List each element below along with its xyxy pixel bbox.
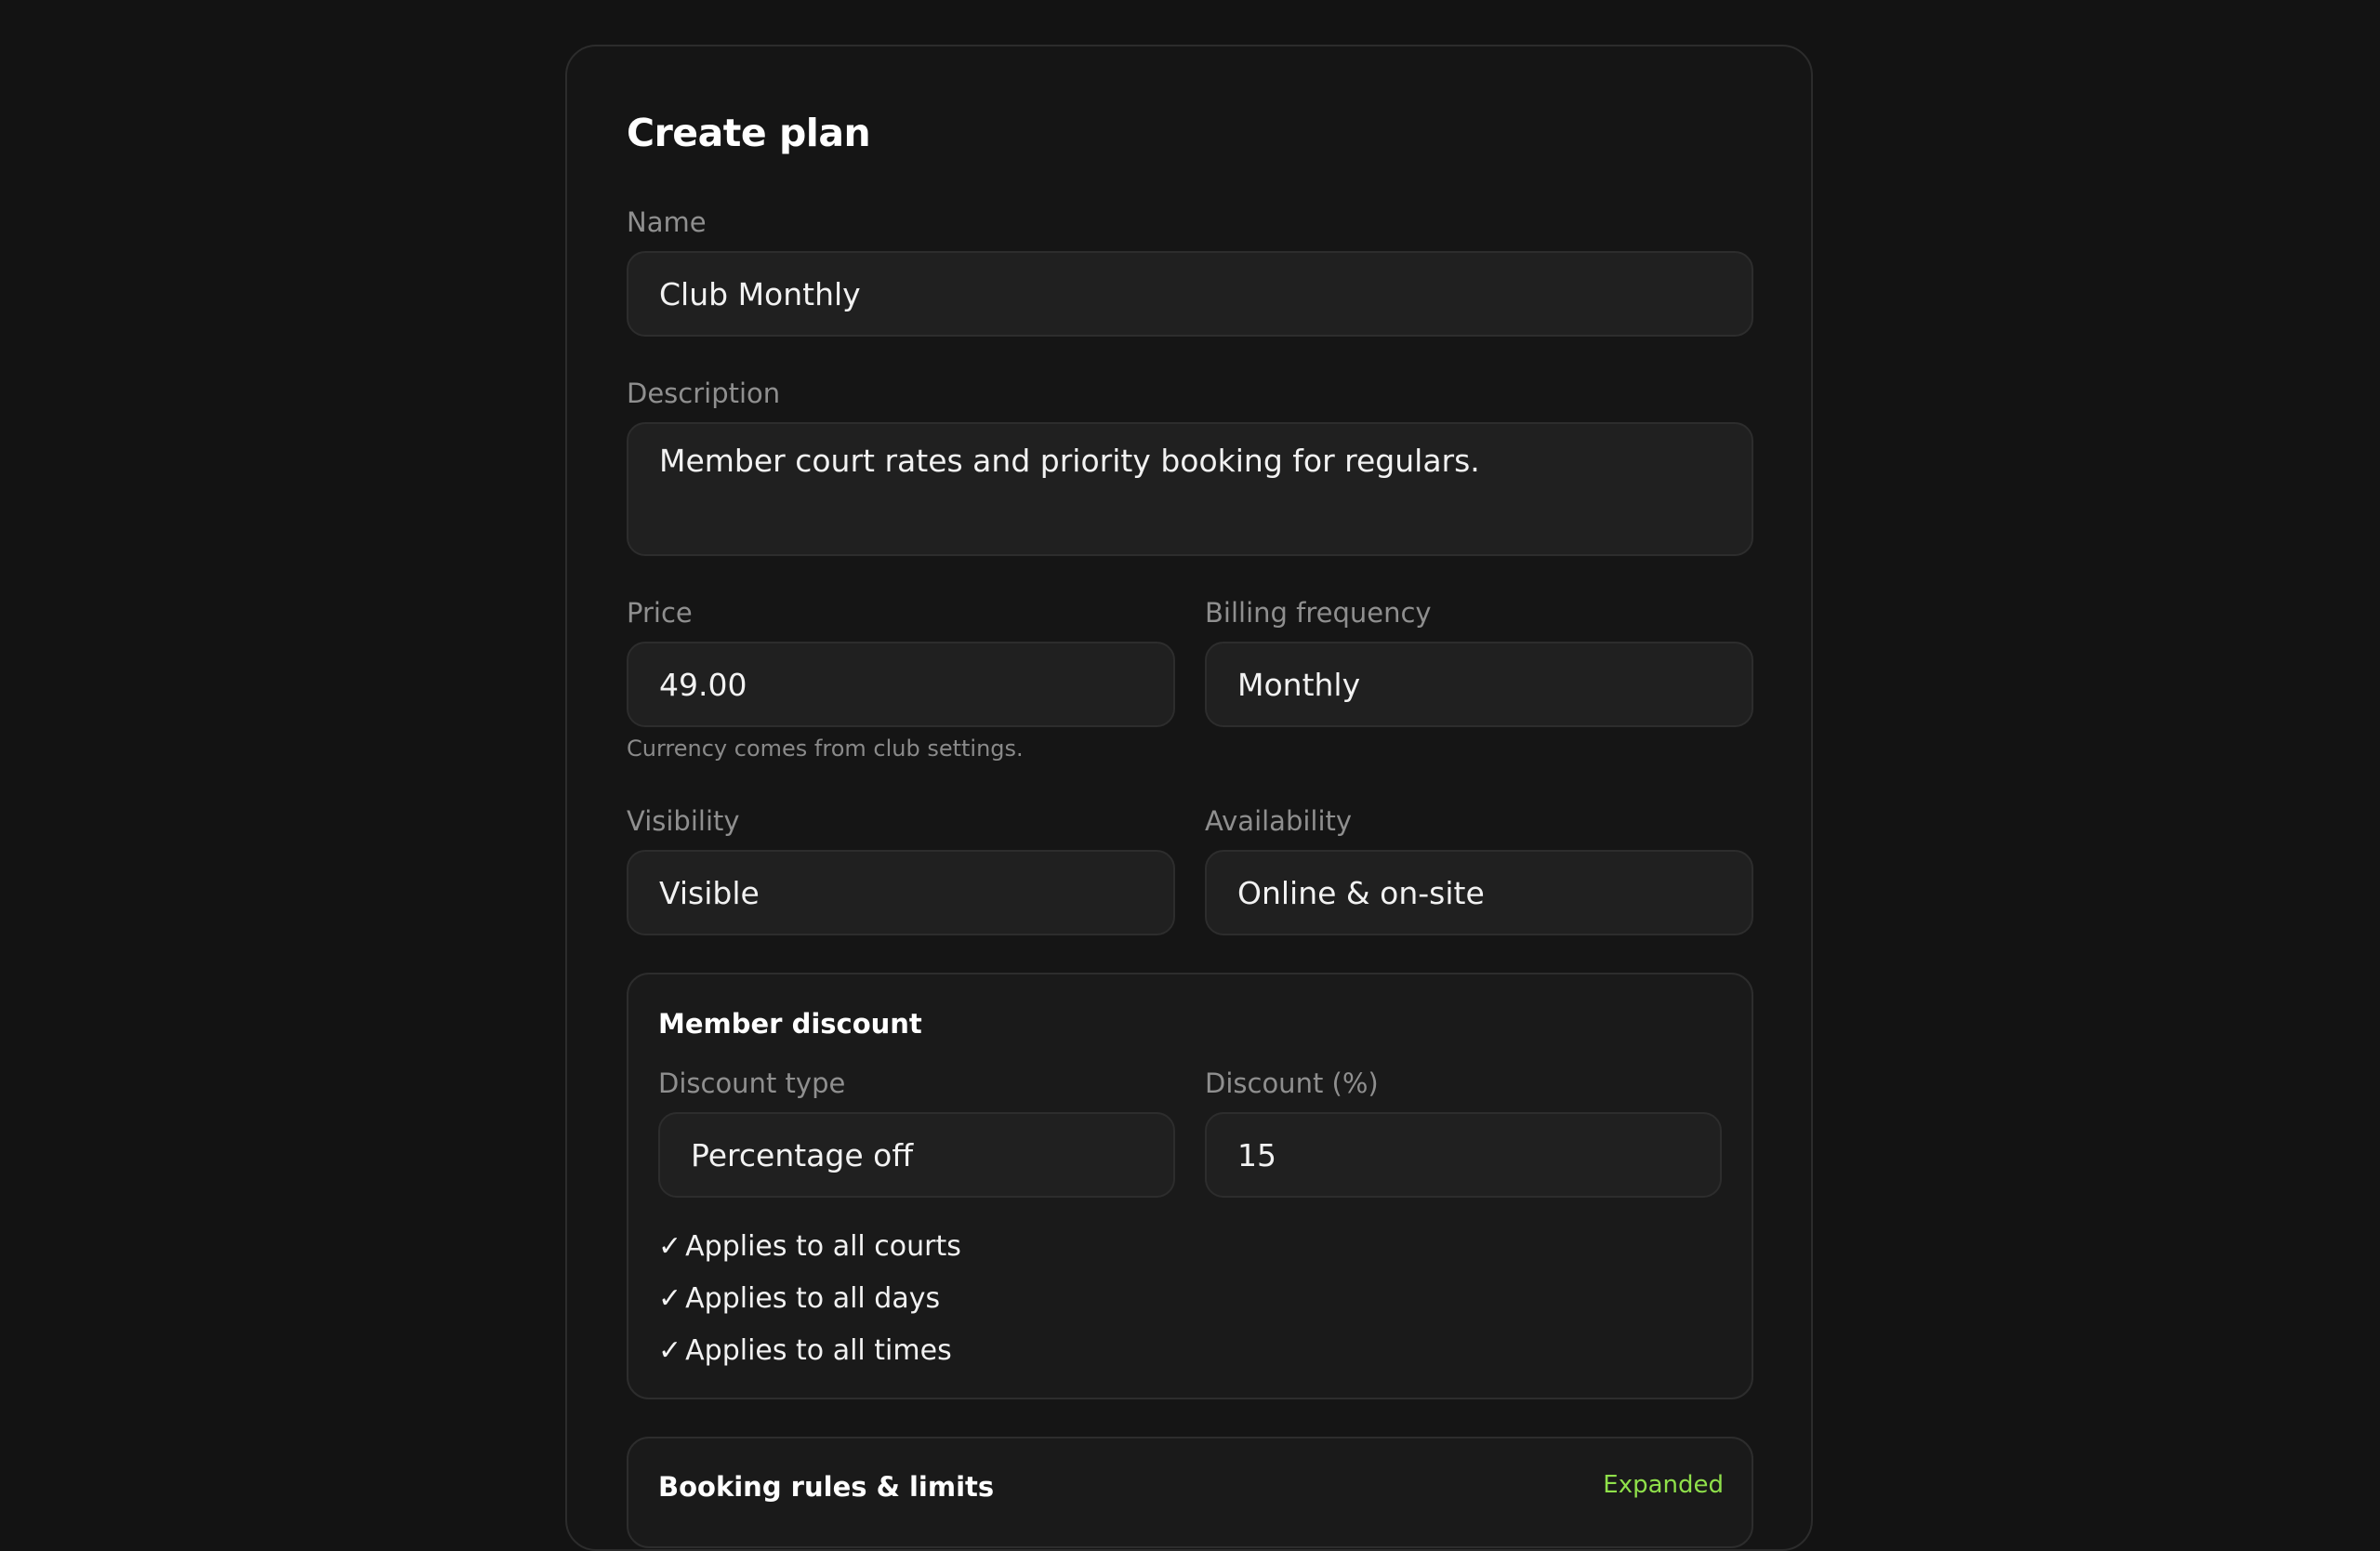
visibility-value: Visible <box>659 874 760 911</box>
discount-percent-value: 15 <box>1237 1136 1276 1173</box>
check-icon: ✓ <box>658 1282 682 1315</box>
name-input[interactable]: Club Monthly <box>627 251 1753 337</box>
description-textarea-value: Member court rates and priority booking … <box>659 443 1480 479</box>
price-hint: Currency comes from club settings. <box>627 736 1024 762</box>
visibility-label: Visibility <box>627 805 740 837</box>
description-label: Description <box>627 378 781 409</box>
discount-type-select[interactable]: Percentage off <box>658 1112 1175 1198</box>
description-textarea[interactable]: Member court rates and priority booking … <box>627 422 1753 556</box>
check-icon: ✓ <box>658 1334 682 1367</box>
discount-type-label: Discount type <box>658 1067 846 1099</box>
discount-percent-input[interactable]: 15 <box>1205 1112 1722 1198</box>
applies-times-label: Applies to all times <box>685 1334 952 1367</box>
availability-select[interactable]: Online & on-site <box>1205 850 1753 935</box>
applies-days-item: ✓ Applies to all days <box>658 1280 940 1318</box>
billing-frequency-label: Billing frequency <box>1205 597 1432 629</box>
page-title: Create plan <box>627 111 871 155</box>
booking-rules-title: Booking rules & limits <box>658 1471 995 1503</box>
member-discount-title: Member discount <box>658 1008 922 1040</box>
availability-value: Online & on-site <box>1237 874 1485 911</box>
name-input-value: Club Monthly <box>659 275 861 312</box>
booking-rules-status[interactable]: Expanded <box>1603 1469 1724 1501</box>
visibility-select[interactable]: Visible <box>627 850 1175 935</box>
applies-courts-label: Applies to all courts <box>685 1230 961 1263</box>
discount-percent-label: Discount (%) <box>1205 1067 1379 1099</box>
check-icon: ✓ <box>658 1230 682 1263</box>
billing-frequency-select[interactable]: Monthly <box>1205 642 1753 727</box>
applies-courts-item: ✓ Applies to all courts <box>658 1228 961 1266</box>
price-input[interactable]: 49.00 <box>627 642 1175 727</box>
discount-type-value: Percentage off <box>691 1136 914 1173</box>
price-label: Price <box>627 597 693 629</box>
availability-label: Availability <box>1205 805 1353 837</box>
price-input-value: 49.00 <box>659 666 747 703</box>
name-label: Name <box>627 206 707 238</box>
applies-times-item: ✓ Applies to all times <box>658 1332 952 1370</box>
applies-days-label: Applies to all days <box>685 1282 941 1315</box>
billing-frequency-value: Monthly <box>1237 666 1361 703</box>
